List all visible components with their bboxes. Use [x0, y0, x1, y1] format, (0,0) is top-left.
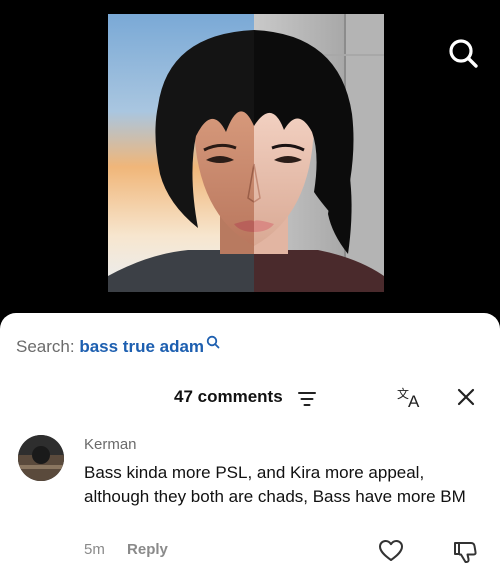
comment-meta: 5m Reply: [84, 541, 168, 558]
close-icon[interactable]: [456, 387, 476, 407]
screen: Search: bass true adam 47 comments 文 A K…: [0, 0, 500, 568]
comment-text: Bass kinda more PSL, and Kira more appea…: [84, 463, 466, 506]
search-small-icon: [206, 335, 220, 349]
reply-button[interactable]: Reply: [127, 541, 168, 558]
dislike-icon[interactable]: [452, 539, 478, 565]
search-button[interactable]: [446, 36, 480, 70]
search-suggestion-query[interactable]: bass true adam: [79, 337, 204, 356]
search-suggestion-label: Search:: [16, 337, 75, 356]
svg-text:A: A: [408, 392, 420, 411]
comment-username[interactable]: Kerman: [84, 436, 137, 453]
comments-sheet: Search: bass true adam 47 comments 文 A K…: [0, 313, 500, 568]
comment-time: 5m: [84, 541, 105, 558]
comments-header: 47 comments 文 A: [0, 385, 500, 417]
translate-icon[interactable]: 文 A: [396, 385, 424, 411]
portrait-split-face-image: [108, 14, 384, 292]
avatar[interactable]: [18, 435, 64, 481]
video-thumbnail[interactable]: [108, 14, 384, 292]
video-area[interactable]: [0, 0, 500, 320]
heart-icon[interactable]: [378, 539, 404, 563]
sort-icon[interactable]: [298, 391, 316, 407]
comments-count[interactable]: 47 comments: [174, 387, 283, 407]
search-suggestion[interactable]: Search: bass true adam: [16, 335, 220, 357]
search-icon: [449, 39, 478, 68]
avatar-image: [18, 435, 64, 481]
